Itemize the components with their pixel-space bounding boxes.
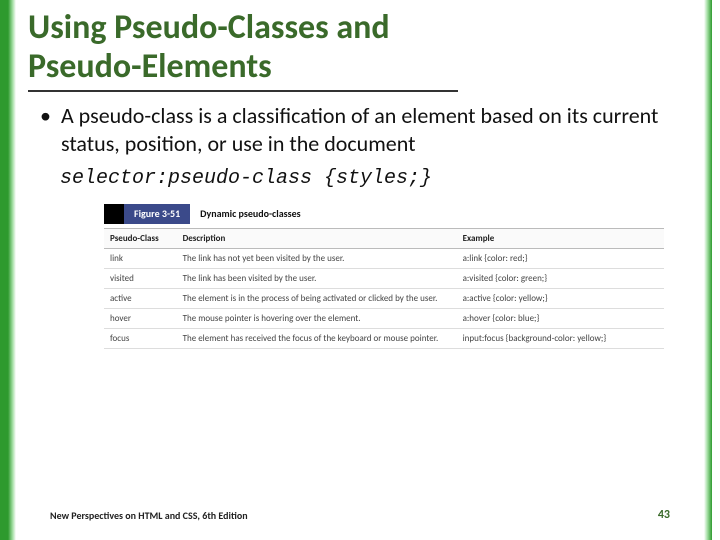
table-row: hover The mouse pointer is hovering over… [104, 309, 664, 329]
table-row: focus The element has received the focus… [104, 329, 664, 349]
page-number: 43 [658, 508, 670, 522]
table-header-row: Pseudo-Class Description Example [104, 229, 664, 249]
footer: New Perspectives on HTML and CSS, 6th Ed… [50, 508, 670, 522]
slide-content: Using Pseudo-Classes and Pseudo-Elements… [28, 8, 692, 532]
cell-ex: a:visited {color: green;} [457, 269, 664, 289]
table-row: visited The link has been visited by the… [104, 269, 664, 289]
cell-pc: hover [104, 309, 177, 329]
figure-caption: Dynamic pseudo-classes [190, 204, 310, 224]
pseudo-class-table: Pseudo-Class Description Example link Th… [104, 228, 664, 349]
footer-book: New Perspectives on HTML and CSS, 6th Ed… [50, 509, 248, 522]
bullet-item: • A pseudo-class is a classification of … [40, 102, 692, 157]
cell-ex: a:hover {color: blue;} [457, 309, 664, 329]
figure-label: Figure 3-51 [124, 204, 190, 224]
cell-pc: focus [104, 329, 177, 349]
cell-ex: input:focus {background-color: yellow;} [457, 329, 664, 349]
cell-ex: a:active {color: yellow;} [457, 289, 664, 309]
slide: Using Pseudo-Classes and Pseudo-Elements… [0, 0, 720, 540]
bullet-marker: • [40, 102, 51, 157]
cell-desc: The element is in the process of being a… [177, 289, 457, 309]
col-description: Description [177, 229, 457, 249]
col-example: Example [457, 229, 664, 249]
cell-desc: The mouse pointer is hovering over the e… [177, 309, 457, 329]
col-pseudo-class: Pseudo-Class [104, 229, 177, 249]
table-row: link The link has not yet been visited b… [104, 249, 664, 269]
cell-pc: active [104, 289, 177, 309]
cell-desc: The element has received the focus of th… [177, 329, 457, 349]
cell-ex: a:link {color: red;} [457, 249, 664, 269]
bullet-text: A pseudo-class is a classification of an… [61, 102, 692, 157]
cell-desc: The link has been visited by the user. [177, 269, 457, 289]
table-row: active The element is in the process of … [104, 289, 664, 309]
figure: Figure 3-51 Dynamic pseudo-classes Pseud… [104, 204, 664, 349]
figure-strip [104, 204, 124, 224]
cell-pc: visited [104, 269, 177, 289]
slide-title: Using Pseudo-Classes and Pseudo-Elements [28, 8, 458, 92]
cell-pc: link [104, 249, 177, 269]
cell-desc: The link has not yet been visited by the… [177, 249, 457, 269]
syntax-line: selector:pseudo-class {styles;} [60, 167, 692, 190]
figure-header: Figure 3-51 Dynamic pseudo-classes [104, 204, 664, 224]
